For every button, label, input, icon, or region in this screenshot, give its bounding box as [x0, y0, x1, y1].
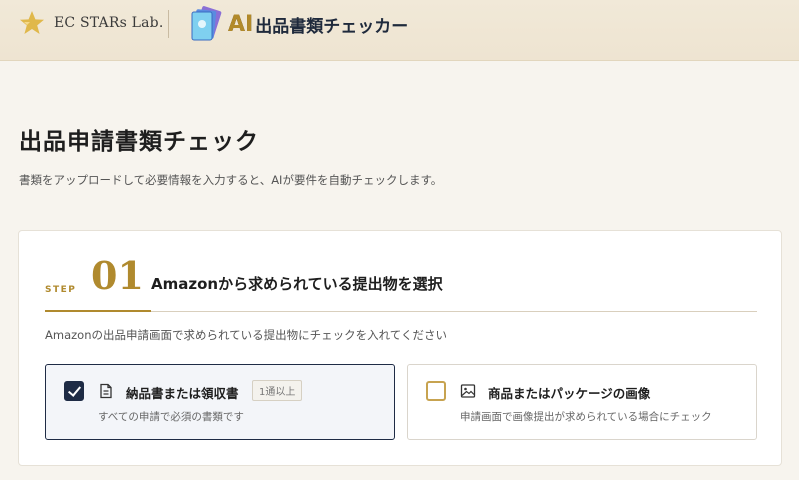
star-icon: [18, 9, 46, 37]
step-card: STEP 01 Amazonから求められている提出物を選択 Amazonの出品申…: [18, 230, 782, 466]
option-title: 商品またはパッケージの画像: [488, 386, 651, 401]
option-description: 申請画面で画像提出が求められている場合にチェック: [460, 411, 712, 423]
quantity-badge: 1通以上: [252, 380, 303, 401]
header-divider: [168, 10, 169, 38]
step-divider-accent: [45, 310, 151, 312]
option-title: 納品書または領収書: [126, 386, 239, 401]
option-product-image[interactable]: 商品またはパッケージの画像 申請画面で画像提出が求められている場合にチェック: [407, 364, 757, 440]
step-title: Amazonから求められている提出物を選択: [151, 275, 443, 293]
app-ai-mark: AI: [228, 11, 254, 37]
option-description: すべての申請で必須の書類です: [98, 411, 244, 423]
app-name: 出品書類チェッカー: [255, 16, 409, 37]
app-logo[interactable]: AI 出品書類チェッカー: [186, 4, 408, 44]
app-header: EC STARs Lab. AI 出品書類チェッカー: [0, 0, 799, 61]
step-number: 01: [91, 253, 144, 298]
page-title: 出品申請書類チェック: [19, 129, 259, 155]
image-icon: [460, 383, 476, 399]
cards-icon: [186, 4, 226, 44]
brand-logo[interactable]: EC STARs Lab.: [18, 10, 164, 36]
option-invoice-receipt[interactable]: 納品書または領収書 1通以上 すべての申請で必須の書類です: [45, 364, 395, 440]
step-instruction: Amazonの出品申請画面で求められている提出物にチェックを入れてください: [45, 328, 447, 342]
brand-name: EC STARs Lab.: [54, 15, 164, 31]
page-subtitle: 書類をアップロードして必要情報を入力すると、AIが要件を自動チェックします。: [19, 173, 443, 187]
image-checkbox[interactable]: [426, 381, 446, 401]
step-divider: [45, 311, 757, 312]
invoice-checkbox[interactable]: [64, 381, 84, 401]
step-label: STEP: [45, 285, 77, 295]
check-icon: [67, 383, 82, 397]
document-icon: [98, 383, 114, 399]
